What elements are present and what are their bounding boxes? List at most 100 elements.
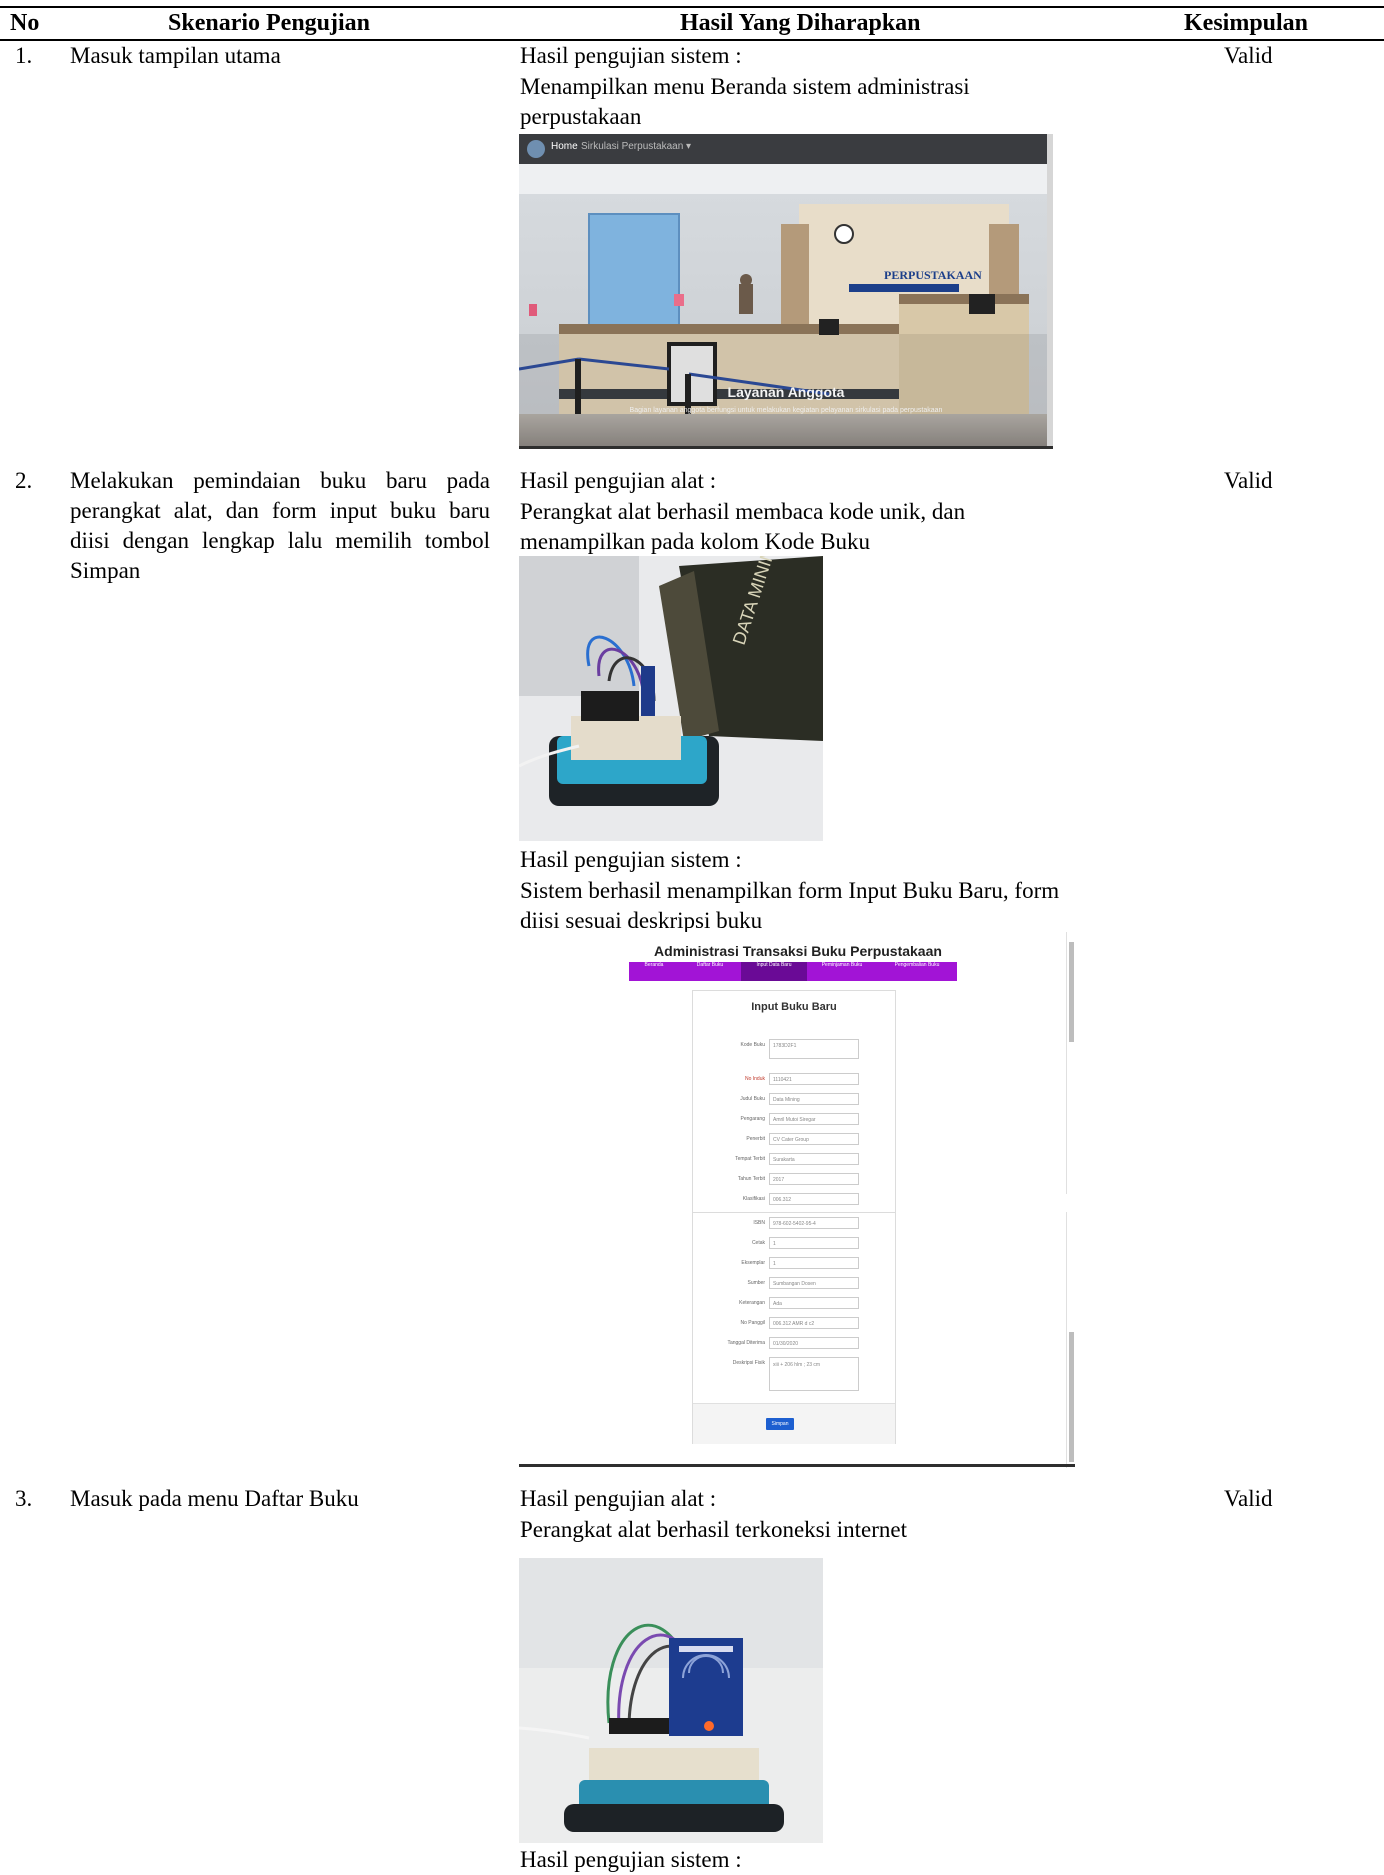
- field-input: 1: [769, 1237, 859, 1249]
- form-row: Tempat Terbit Surakarta: [693, 1153, 895, 1167]
- field-input: 006.312: [769, 1193, 859, 1205]
- field-input: 1110421: [769, 1073, 859, 1085]
- form-row: Deskripsi Fisik xiii + 206 hlm ; 23 cm: [693, 1357, 895, 1391]
- field-input: 978-602-5402-95-4: [769, 1217, 859, 1229]
- navbar-home-link: Home: [551, 141, 578, 152]
- field-label: Tanggal Diterima: [727, 1340, 765, 1346]
- field-label: Pengarang: [740, 1116, 765, 1122]
- scanner-book-illustration: DATA MINING: [519, 556, 823, 841]
- form-scroll-track-bottom: [1066, 1212, 1076, 1468]
- field-label: No Panggil: [740, 1320, 765, 1326]
- form-row: Tahun Terbit 2017: [693, 1173, 895, 1187]
- field-label: Tahun Terbit: [737, 1176, 765, 1182]
- row-1-conclusion: Valid: [1224, 43, 1273, 68]
- screenshot-bottom-bar: [519, 446, 1053, 449]
- form-footer: Simpan: [693, 1403, 895, 1444]
- row-1-result-desc: Menampilkan menu Beranda sistem administ…: [520, 74, 970, 129]
- form-row: Sumber Sumbangan Dosen: [693, 1277, 895, 1291]
- field-label: Penerbit: [746, 1136, 765, 1142]
- carousel-caption: Layanan Anggota: [727, 384, 845, 400]
- field-label: Kode Buku: [740, 1042, 765, 1048]
- navbar-circulation-menu: Sirkulasi Perpustakaan ▾: [581, 141, 692, 152]
- field-input: xiii + 206 hlm ; 23 cm: [769, 1357, 859, 1391]
- tab-daftar-buku: Daftar Buku: [696, 962, 724, 968]
- carousel-subcaption: Bagian layanan anggota berfungsi untuk m…: [629, 407, 943, 414]
- field-input: 2017: [769, 1173, 859, 1185]
- screenshot-navbar: Home Sirkulasi Perpustakaan ▾: [519, 134, 1053, 164]
- tab-beranda: Beranda: [644, 962, 664, 968]
- header-no: No: [10, 10, 40, 36]
- row-2-no: 2.: [15, 468, 33, 493]
- admin-title: Administrasi Transaksi Buku Perpustakaan: [654, 943, 942, 959]
- header-expected: Hasil Yang Diharapkan: [680, 10, 921, 36]
- form-row: Cetak 1: [693, 1237, 895, 1251]
- header-conclusion: Kesimpulan: [1184, 10, 1309, 36]
- field-input: Amril Mutoi Siregar: [769, 1113, 859, 1125]
- row-1-scenario: Masuk tampilan utama: [70, 43, 281, 68]
- form-card-top: Input Buku Baru Kode Buku 1783D2F1 No In…: [692, 990, 896, 1241]
- row-1-result-title: Hasil pengujian sistem :: [520, 43, 742, 68]
- field-label: Keterangan: [739, 1300, 765, 1306]
- tab-input-data-baru: Input Data Baru: [741, 962, 807, 981]
- form-heading: Input Buku Baru: [751, 1001, 837, 1013]
- form-row: ISBN 978-602-5402-95-4: [693, 1217, 895, 1231]
- form-row: No Panggil 006.312 AMR d c2: [693, 1317, 895, 1331]
- form-card-bottom: ISBN 978-602-5402-95-4 Cetak 1 Eksemplar…: [692, 1212, 896, 1444]
- row-3-conclusion: Valid: [1224, 1486, 1273, 1511]
- field-label: Cetak: [751, 1240, 765, 1246]
- row-2-result-2-desc: Sistem berhasil menampilkan form Input B…: [520, 878, 1060, 933]
- field-label: Eksemplar: [741, 1260, 765, 1266]
- form-row: Keterangan Ada: [693, 1297, 895, 1311]
- form-row: Kode Buku 1783D2F1: [693, 1039, 895, 1059]
- row-2-result-1-desc: Perangkat alat berhasil membaca kode uni…: [520, 499, 966, 554]
- field-input: Ada: [769, 1297, 859, 1309]
- field-input: 1783D2F1: [769, 1039, 859, 1059]
- row-1-no: 1.: [15, 43, 33, 68]
- tab-peminjaman: Peminjaman Buku: [821, 962, 863, 968]
- row-2-scenario: Melakukan pemindaian buku baru pada pera…: [70, 468, 490, 583]
- form-scroll-track-top: [1066, 932, 1076, 1194]
- form-row: Tanggal Diterima 01/30/2020: [693, 1337, 895, 1351]
- field-input: Surakarta: [769, 1153, 859, 1165]
- field-input: 1: [769, 1257, 859, 1269]
- field-input: 006.312 AMR d c2: [769, 1317, 859, 1329]
- input-book-form-screenshot: Administrasi Transaksi Buku Perpustakaan…: [520, 932, 1076, 1468]
- field-label: Judul Buku: [740, 1096, 765, 1102]
- row-3-no: 3.: [15, 1486, 33, 1511]
- field-label: ISBN: [753, 1220, 765, 1226]
- field-input: Sumbangan Dosen: [769, 1277, 859, 1289]
- header-scenario: Skenario Pengujian: [168, 10, 371, 36]
- field-input: CV Cater Group: [769, 1133, 859, 1145]
- screenshot-scrollbar: [1047, 134, 1053, 448]
- row-2-result-2-title: Hasil pengujian sistem :: [520, 847, 742, 872]
- field-label: Tempat Terbit: [735, 1156, 765, 1162]
- form-row: Eksemplar 1: [693, 1257, 895, 1271]
- scanner-book-photo: DATA MINING: [519, 556, 823, 841]
- form-row: No Induk 1110421: [693, 1073, 895, 1087]
- field-input: 01/30/2020: [769, 1337, 859, 1349]
- rfid-device-photo: [519, 1558, 823, 1843]
- form-row: Penerbit CV Cater Group: [693, 1133, 895, 1147]
- field-label: Deskripsi Fisik: [732, 1360, 765, 1366]
- row-2-conclusion: Valid: [1224, 468, 1273, 493]
- library-sign: PERPUSTAKAAN: [884, 268, 982, 282]
- form-row: Pengarang Amril Mutoi Siregar: [693, 1113, 895, 1127]
- save-button: Simpan: [766, 1418, 794, 1430]
- row-3-scenario: Masuk pada menu Daftar Buku: [70, 1486, 359, 1511]
- field-label: No Induk: [744, 1076, 765, 1082]
- row-3-result-2-title: Hasil pengujian sistem :: [520, 1847, 742, 1872]
- rfid-device-illustration: [519, 1558, 823, 1843]
- form-row: Klasifikasi 006.312: [693, 1193, 895, 1207]
- admin-navbar: Beranda Daftar Buku Input Data Baru Pemi…: [629, 962, 957, 981]
- library-home-screenshot: PERPUSTAKAAN Home Sirkulasi Perpustakaan…: [519, 134, 1053, 448]
- library-lobby-illustration: PERPUSTAKAAN: [519, 134, 1053, 448]
- form-row: Judul Buku Data Mining: [693, 1093, 895, 1107]
- row-2-result-1-title: Hasil pengujian alat :: [520, 468, 717, 493]
- field-input: Data Mining: [769, 1093, 859, 1105]
- form-bottom-bar: [519, 1464, 1075, 1467]
- row-3-result-1-desc: Perangkat alat berhasil terkoneksi inter…: [520, 1517, 908, 1542]
- tab-pengembalian: Pengembalian Buku: [894, 962, 940, 968]
- field-label: Klasifikasi: [742, 1196, 765, 1202]
- field-label: Sumber: [747, 1280, 765, 1286]
- library-logo-icon: [527, 140, 545, 158]
